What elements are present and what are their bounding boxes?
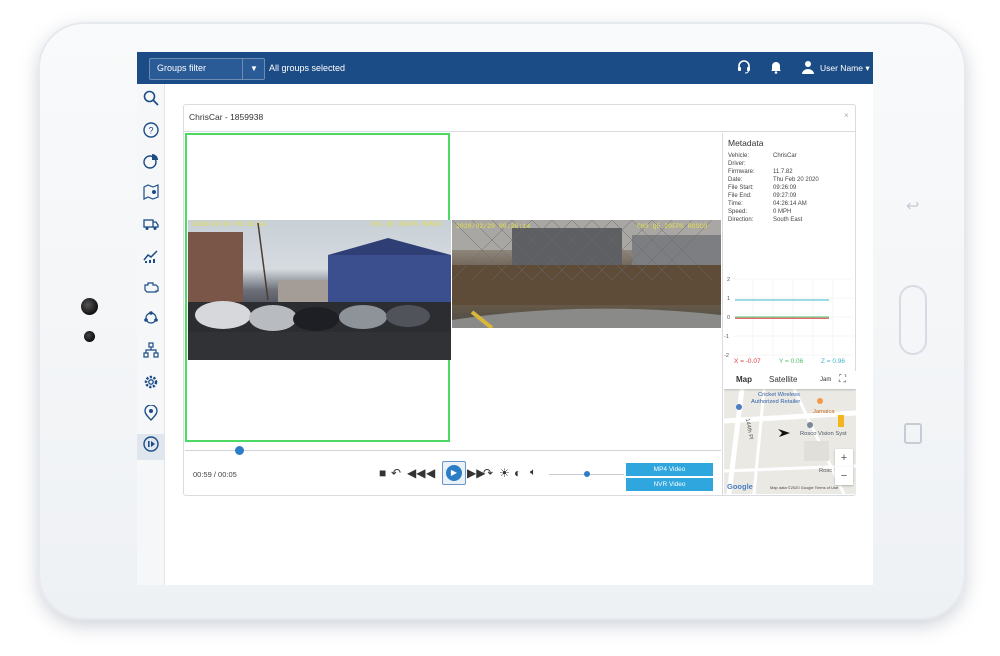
cam1-channel-info: CH1 Q5 20FPS ROSCO xyxy=(371,221,442,228)
y-tick: -2 xyxy=(724,353,729,359)
metadata-panel: Metadata Vehicle: ChrisCar Driver: Firmwa… xyxy=(722,133,856,495)
play-icon: ▶ xyxy=(446,465,462,481)
panel-title: ChrisCar - 1859938 xyxy=(189,112,264,122)
nvr-video-button[interactable]: NVR Video xyxy=(626,478,713,491)
map-place-label: Jamaica xyxy=(813,409,835,415)
rewind-icon[interactable]: ◀◀ xyxy=(407,466,425,480)
engine-icon[interactable] xyxy=(137,277,164,303)
search-icon[interactable] xyxy=(137,88,164,114)
user-name: User Name xyxy=(820,63,863,73)
x-readout: X = -0.07 xyxy=(734,358,761,365)
meta-row: Date: Thu Feb 20 2020 xyxy=(728,177,819,183)
back-icon: ↩ xyxy=(906,198,920,215)
video-channel-1[interactable]: 2020/02/20 09:26:14 CH1 Q5 20FPS ROSCO xyxy=(185,133,451,442)
map-street-label: Jam xyxy=(820,377,832,383)
metadata-title: Metadata xyxy=(728,138,764,148)
gear-icon[interactable] xyxy=(137,372,164,398)
cam1-timestamp: 2020/02/20 09:26:14 xyxy=(192,221,267,228)
frame-back-icon[interactable]: ◀ xyxy=(426,466,435,480)
user-menu[interactable]: User Name ▾ xyxy=(820,63,870,74)
fullscreen-icon[interactable]: ⛶ xyxy=(839,374,846,385)
playback-controls: 00:59 / 00:05 ■ ↶ ◀◀ ◀ ▶ ▶▶ ↷ ☀ ◐ 🔈︎ MP4… xyxy=(185,443,721,495)
meta-row: Time: 04:26:14 AM xyxy=(728,201,807,207)
groups-filter-label: Groups filter xyxy=(157,63,207,73)
satellite-tab[interactable]: Satellite xyxy=(769,375,797,384)
play-button[interactable]: ▶ xyxy=(442,461,466,485)
seek-handle[interactable] xyxy=(234,446,244,455)
help-icon[interactable]: ? xyxy=(137,120,164,146)
chevron-down-icon[interactable]: ▼ xyxy=(242,59,265,79)
y-tick: 1 xyxy=(727,296,730,302)
accelerometer-graph: 2 1 0 -1 -2 xyxy=(724,277,853,359)
sidebar: ? xyxy=(137,84,165,585)
step-back-icon[interactable]: ↶ xyxy=(391,466,401,480)
camera-1-frame: 2020/02/20 09:26:14 CH1 Q5 20FPS ROSCO xyxy=(188,220,451,360)
trend-icon[interactable] xyxy=(137,246,164,272)
divider xyxy=(184,131,855,132)
brightness-icon[interactable]: ☀ xyxy=(499,466,510,480)
zoom-in-button[interactable]: + xyxy=(835,449,853,467)
map-place-label: Cricket Wireless xyxy=(758,392,800,398)
contrast-icon[interactable]: ◐ xyxy=(514,466,521,480)
y-readout: Y = 0.06 xyxy=(779,358,804,365)
video-channel-3[interactable]: 2020/02/20 09:26:14 CH3 Q5 20FPS ROSCO xyxy=(452,220,721,328)
playback-icon[interactable] xyxy=(137,434,164,460)
y-tick: -1 xyxy=(724,334,729,340)
volume-handle[interactable] xyxy=(583,471,590,477)
y-tick: 2 xyxy=(727,277,730,283)
meta-row: File Start: 09:26:09 xyxy=(728,185,797,191)
time-readout: 00:59 / 00:05 xyxy=(193,470,237,479)
step-forward-icon[interactable]: ↷ xyxy=(483,466,493,480)
close-icon[interactable]: × xyxy=(844,111,849,120)
mp4-video-button[interactable]: MP4 Video xyxy=(626,463,713,476)
meta-row: Vehicle: ChrisCar xyxy=(728,153,797,159)
top-bar: Groups filter ▼ All groups selected User… xyxy=(137,52,873,84)
map-place-label: Authorized Retailer xyxy=(751,399,801,405)
map-street-label: Rosc xyxy=(819,468,833,474)
map-pin-icon[interactable] xyxy=(137,182,164,208)
copy-icon xyxy=(904,423,922,444)
stop-icon[interactable]: ■ xyxy=(379,466,386,480)
z-readout: Z = 0.96 xyxy=(821,358,846,365)
meta-row: Firmware: 11.7.82 xyxy=(728,169,793,175)
svg-text:?: ? xyxy=(148,126,153,136)
map-view[interactable]: Map Satellite Jam ⛶ Cricket Wireless Aut… xyxy=(724,371,856,494)
org-chart-icon[interactable] xyxy=(137,340,164,366)
nodes-icon[interactable] xyxy=(137,308,164,334)
groups-status: All groups selected xyxy=(269,63,346,73)
headset-icon[interactable] xyxy=(737,60,751,77)
map-type-tabs: Map Satellite Jam ⛶ xyxy=(724,371,856,389)
meta-row: Speed: 0 MPH xyxy=(728,209,792,215)
map-place-label: Rosco Vision Syst xyxy=(800,431,847,437)
seek-track[interactable] xyxy=(185,450,721,451)
home-button[interactable] xyxy=(899,285,927,355)
user-icon[interactable] xyxy=(801,60,815,77)
video-panel: ChrisCar - 1859938 × 2020/02/20 09:26:14… xyxy=(183,104,856,496)
front-camera xyxy=(81,298,98,315)
volume-icon[interactable]: 🔈︎ xyxy=(530,466,536,480)
map-tab[interactable]: Map xyxy=(736,375,752,384)
y-tick: 0 xyxy=(727,315,730,321)
map-attribution[interactable]: Map data ©2020 Google Terms of Use xyxy=(770,485,838,490)
cam3-channel-info: CH3 Q5 20FPS ROSCO xyxy=(637,223,708,230)
truck-icon[interactable] xyxy=(137,214,164,240)
google-logo: Google xyxy=(727,482,753,491)
location-badge-icon[interactable] xyxy=(137,403,164,429)
groups-filter-dropdown[interactable]: Groups filter ▼ xyxy=(149,58,265,80)
cam3-timestamp: 2020/02/20 09:26:14 xyxy=(456,223,531,230)
meta-row: Direction: South East xyxy=(728,217,803,223)
pie-chart-icon[interactable] xyxy=(137,151,164,177)
meta-row: Driver: xyxy=(728,161,746,167)
zoom-out-button[interactable]: − xyxy=(835,467,853,485)
bell-icon[interactable] xyxy=(769,60,783,77)
camera-sensor xyxy=(84,331,95,342)
app-screen: Groups filter ▼ All groups selected User… xyxy=(137,52,873,585)
meta-row: File End: 09:27:09 xyxy=(728,193,797,199)
